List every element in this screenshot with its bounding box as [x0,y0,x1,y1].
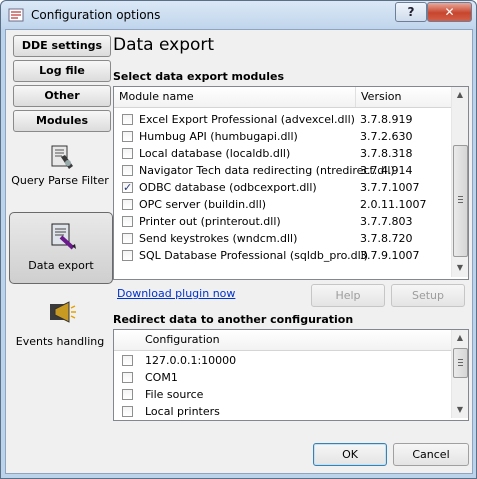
redirect-checkbox[interactable] [122,389,133,400]
redirect-name: File source [145,388,204,401]
configuration-window: Configuration options ? ✕ DDE settings L… [0,0,477,479]
module-version: 3.7.8.919 [360,113,413,126]
redirect-section-title: Redirect data to another configuration [113,313,354,326]
tab-other[interactable]: Other [13,85,111,107]
module-version: 3.7.7.803 [360,215,413,228]
close-button[interactable]: ✕ [427,2,472,22]
scroll-thumb[interactable] [453,348,468,378]
module-checkbox[interactable] [122,148,133,159]
redirect-checkbox[interactable] [122,355,133,366]
modules-list[interactable]: Module name Version Excel Export Profess… [113,86,469,280]
redirect-checkbox[interactable] [122,406,133,417]
redirect-name: COM1 [145,371,178,384]
module-checkbox[interactable] [122,216,133,227]
module-version: 3.7.9.1007 [360,249,420,262]
tab-dde-settings[interactable]: DDE settings [13,35,111,57]
module-checkbox[interactable] [122,233,133,244]
tab-log-file[interactable]: Log file [13,60,111,82]
download-plugin-link[interactable]: Download plugin now [117,287,235,300]
cancel-button[interactable]: Cancel [393,443,469,466]
page-title: Data export [113,35,215,55]
redirect-name: 127.0.0.1:10000 [145,354,237,367]
module-checkbox[interactable] [122,199,133,210]
module-name: Humbug API (humbugapi.dll) [139,130,298,143]
module-name: Excel Export Professional (advexcel.dll) [139,113,355,126]
modules-scrollbar[interactable]: ▲ ▼ [451,87,468,277]
module-label: Events handling [15,335,105,348]
module-version: 3.7.7.1007 [360,181,420,194]
events-handling-icon [50,301,76,323]
module-checkbox[interactable] [122,250,133,261]
module-name: ODBC database (odbcexport.dll) [139,181,317,194]
scroll-thumb[interactable] [453,145,468,257]
redirect-scrollbar[interactable]: ▲ ▼ [451,330,468,418]
module-version: 2.0.11.1007 [360,198,427,211]
data-export-icon [51,223,76,250]
tab-modules[interactable]: Modules [13,110,111,132]
sidebar: DDE settings Log file Other Modules Quer… [9,32,113,432]
scroll-up-arrow-icon[interactable]: ▲ [452,330,468,346]
module-checkbox[interactable] [122,114,133,125]
title-bar[interactable]: Configuration options ? ✕ [1,1,476,29]
app-icon [8,8,24,22]
module-query-parse-filter[interactable]: Query Parse Filter [9,137,111,205]
scroll-up-arrow-icon[interactable]: ▲ [452,87,468,103]
module-version: 3.7.4.914 [360,164,413,177]
module-checkbox[interactable] [122,165,133,176]
main-panel: Data export Select data export modules M… [111,30,471,473]
module-data-export[interactable]: Data export [9,212,113,284]
module-checkbox[interactable] [122,131,133,142]
module-events-handling[interactable]: Events handling [9,294,111,354]
redirect-name: Local printers [145,405,220,418]
module-label: Data export [28,259,94,272]
redirect-list[interactable]: Configuration 127.0.0.1:10000 COM1 File … [113,329,469,421]
module-name: OPC server (buildin.dll) [139,198,267,211]
query-parse-filter-icon [51,145,73,169]
module-name: Printer out (printerout.dll) [139,215,281,228]
column-version[interactable]: Version [356,87,452,107]
ok-button[interactable]: OK [313,443,387,466]
module-checkbox[interactable] [122,179,133,196]
redirect-list-header: Configuration [114,330,452,351]
module-name: Navigator Tech data redirecting (ntredir… [139,164,395,177]
help-button[interactable]: Help [311,284,385,307]
module-name: Local database (localdb.dll) [139,147,291,160]
redirect-checkbox[interactable] [122,372,133,383]
setup-button[interactable]: Setup [391,284,465,307]
window-title: Configuration options [31,8,161,22]
modules-section-title: Select data export modules [113,70,285,83]
module-name: SQL Database Professional (sqldb_pro.dll… [139,249,369,262]
help-title-button[interactable]: ? [395,2,427,22]
module-version: 3.7.8.318 [360,147,413,160]
module-version: 3.7.2.630 [360,130,413,143]
scroll-down-arrow-icon[interactable]: ▼ [452,402,468,418]
scroll-down-arrow-icon[interactable]: ▼ [452,260,468,276]
module-label: Query Parse Filter [11,174,109,187]
dialog-body: DDE settings Log file Other Modules Quer… [5,29,473,474]
modules-list-header: Module name Version [114,87,452,108]
module-version: 3.7.8.720 [360,232,413,245]
column-module-name[interactable]: Module name [114,87,356,107]
module-name: Send keystrokes (wndcm.dll) [139,232,298,245]
column-configuration[interactable]: Configuration [114,330,452,350]
